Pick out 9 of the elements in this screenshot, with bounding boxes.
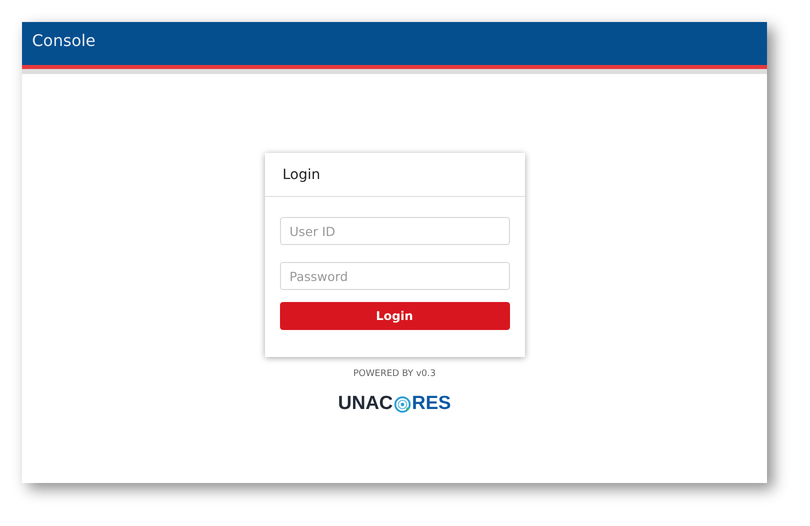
logo-text: RES — [412, 393, 451, 415]
app-title: Console — [32, 31, 96, 50]
logo-text: UNAC — [338, 393, 393, 415]
login-button[interactable]: Login — [280, 302, 510, 330]
input-field[interactable]: Password — [280, 262, 510, 290]
input-field[interactable]: User ID — [280, 217, 510, 245]
card-title: Login — [282, 166, 320, 182]
powered-by-text: POWERED BY v0.3 — [353, 369, 436, 379]
logo-circle-icon — [394, 396, 411, 412]
